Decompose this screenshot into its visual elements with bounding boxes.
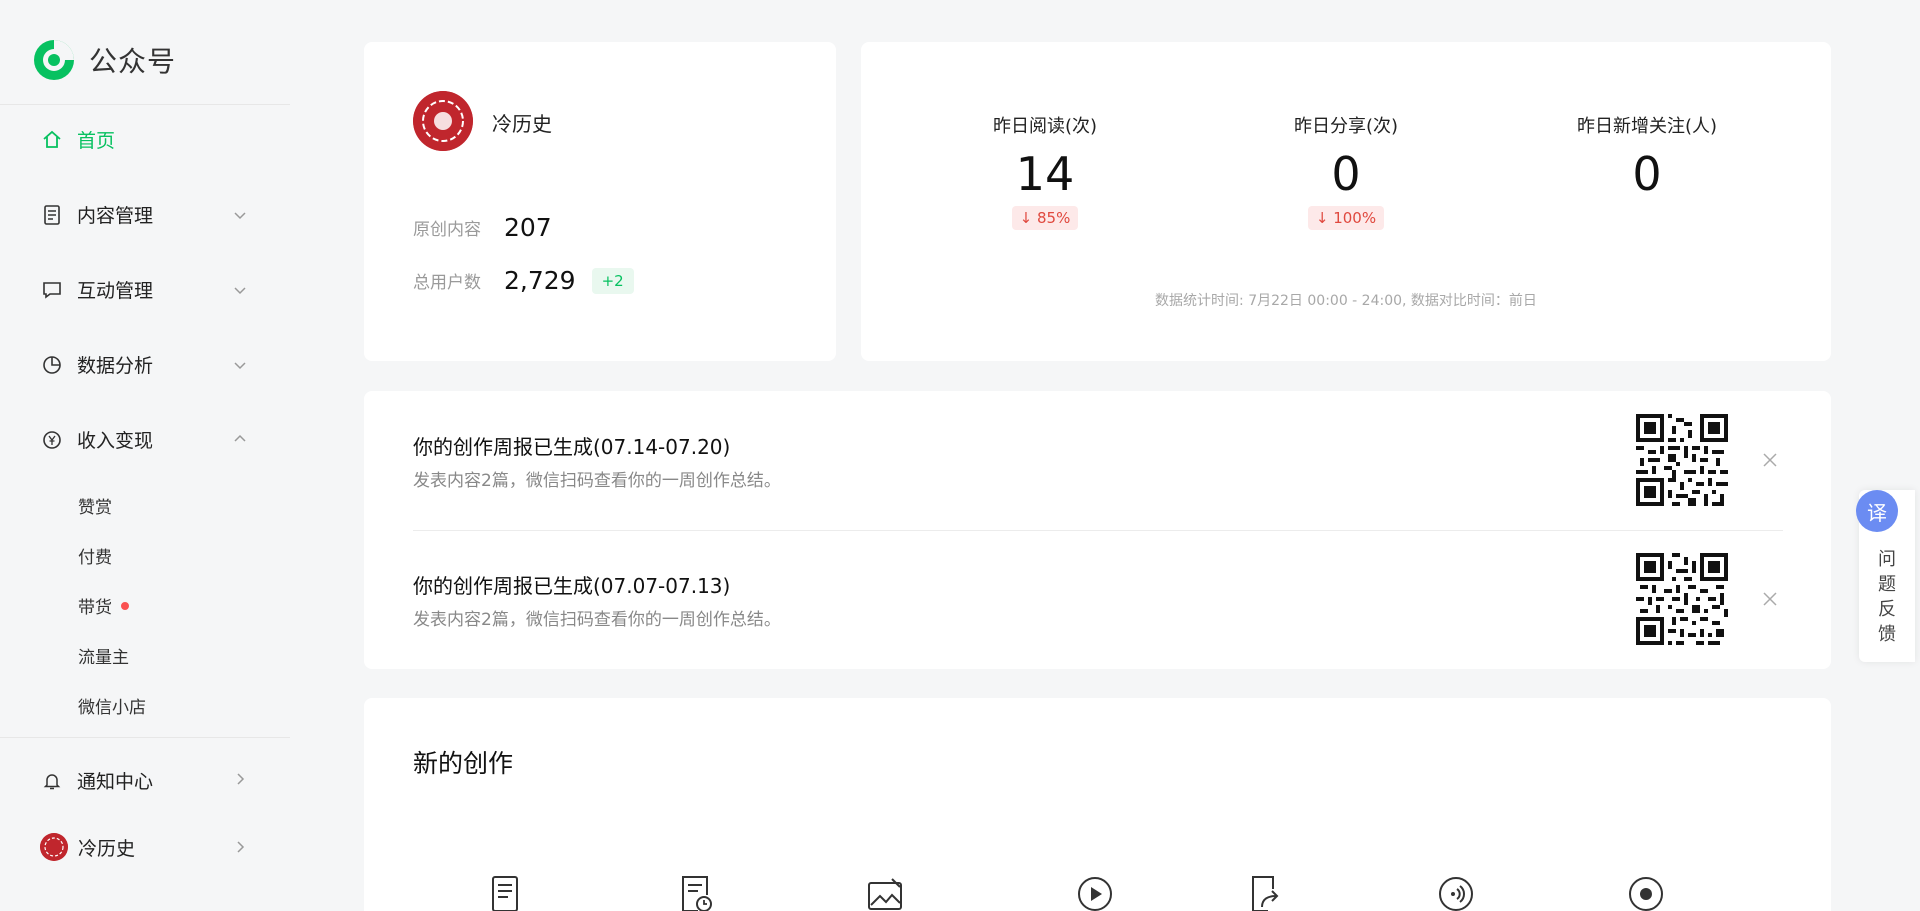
nav-home-label: 首页 [77,130,116,152]
subnav-paid-label: 付费 [78,548,112,568]
report-item: 你的创作周报已生成(07.07-07.13) 发表内容2篇，微信扫码查看你的一周… [413,570,1783,630]
total-users-label: 总用户数 [413,273,481,293]
stats-time-note: 数据统计时间: 7月22日 00:00 - 24:00, 数据对比时间：前日 [1155,293,1537,309]
nav-account[interactable]: 冷历史 [40,833,135,861]
feedback-label: 问题反馈 [1878,549,1896,645]
total-users-stat: 总用户数 2,729 +2 [413,266,634,295]
original-content-value: 207 [504,213,552,242]
chevron-right-icon[interactable] [232,839,248,855]
divider [0,104,290,105]
audio-icon[interactable] [1437,875,1475,911]
brand-name: 公众号 [89,45,177,78]
new-creation-title: 新的创作 [413,749,514,778]
report-item: 你的创作周报已生成(07.14-07.20) 发表内容2篇，微信扫码查看你的一周… [413,431,1783,491]
live-icon[interactable] [1627,875,1665,911]
chevron-up-icon[interactable] [232,431,248,447]
nav-account-label: 冷历史 [78,837,136,860]
original-content-stat: 原创内容 207 [413,213,552,242]
divider [413,530,1783,531]
chevron-down-icon[interactable] [232,282,248,298]
yen-icon [40,428,64,452]
bell-icon [40,769,64,793]
subnav-traffic-master[interactable]: 流量主 [78,643,129,668]
metric-shares-delta: ↓ 100% [1307,206,1385,230]
nav-notification-center[interactable]: 通知中心 [40,767,153,794]
repost-icon[interactable] [1246,875,1284,911]
metric-new-follows: 昨日新增关注(人) 0 [1517,112,1777,202]
close-icon[interactable] [1760,450,1780,470]
brand[interactable]: 公众号 [33,38,176,82]
report-title: 你的创作周报已生成(07.14-07.20) [413,435,731,459]
avatar [40,833,68,861]
nav-interaction-management[interactable]: 互动管理 [40,276,153,303]
subnav-appreciation-label: 赞赏 [78,498,112,518]
nav-home[interactable]: 首页 [40,126,115,153]
metric-reads-label: 昨日阅读(次) [992,116,1098,137]
home-icon [40,128,64,152]
weekly-report-card: 你的创作周报已生成(07.14-07.20) 发表内容2篇，微信扫码查看你的一周… [364,391,1831,669]
subnav-commerce[interactable]: 带货 [78,593,129,618]
metric-follows-value: 0 [1632,147,1662,201]
scheduled-article-icon[interactable] [676,875,714,911]
report-subtitle: 发表内容2篇，微信扫码查看你的一周创作总结。 [413,471,781,491]
subnav-paid[interactable]: 付费 [78,543,112,568]
chevron-down-icon[interactable] [232,357,248,373]
nav-interaction-management-label: 互动管理 [77,280,154,302]
nav-data-analysis-label: 数据分析 [77,355,154,377]
divider [0,737,290,738]
qr-code-icon [1636,553,1728,645]
subnav-appreciation[interactable]: 赞赏 [78,493,112,518]
new-creation-card: 新的创作 [364,698,1831,911]
chevron-right-icon[interactable] [232,771,248,787]
pie-chart-icon [40,353,64,377]
subnav-wechat-shop[interactable]: 微信小店 [78,693,146,718]
account-name: 冷历史 [492,112,552,136]
metric-follows-label: 昨日新增关注(人) [1576,116,1718,137]
users-delta-badge: +2 [591,267,634,294]
metric-reads: 昨日阅读(次) 14 ↓ 85% [915,112,1175,230]
comment-icon [40,278,64,302]
report-subtitle: 发表内容2篇，微信扫码查看你的一周创作总结。 [413,610,781,630]
metric-shares: 昨日分享(次) 0 ↓ 100% [1216,112,1476,230]
metric-reads-value: 14 [1015,147,1075,201]
total-users-value: 2,729 [504,266,576,295]
document-icon [40,203,64,227]
notification-dot [121,601,129,610]
close-icon[interactable] [1760,589,1780,609]
image-post-icon[interactable] [866,875,904,911]
nav-content-management[interactable]: 内容管理 [40,201,153,228]
original-content-label: 原创内容 [413,220,481,240]
article-icon[interactable] [486,875,524,911]
nav-monetization[interactable]: 收入变现 [40,426,153,453]
wechat-mp-logo-icon [34,40,74,80]
sidebar: 公众号 首页 内容管理 互动管理 数据分析 收入变现 赞赏 付费 带货 流量主 … [0,0,290,911]
subnav-commerce-label: 带货 [78,598,112,618]
profile-card: 冷历史 原创内容 207 总用户数 2,729 +2 [364,42,836,361]
avatar[interactable] [413,91,473,151]
metric-shares-value: 0 [1331,147,1361,201]
nav-notification-center-label: 通知中心 [77,771,154,793]
nav-content-management-label: 内容管理 [77,205,154,227]
yesterday-stats-card: 昨日阅读(次) 14 ↓ 85% 昨日分享(次) 0 ↓ 100% 昨日新增关注… [861,42,1831,361]
subnav-wechat-shop-label: 微信小店 [78,698,146,718]
subnav-traffic-master-label: 流量主 [78,648,129,668]
video-icon[interactable] [1076,875,1114,911]
qr-code-icon [1636,414,1728,506]
metric-reads-delta: ↓ 85% [1011,206,1079,230]
nav-data-analysis[interactable]: 数据分析 [40,351,153,378]
metric-shares-label: 昨日分享(次) [1293,116,1399,137]
translate-button[interactable]: 译 [1856,490,1898,532]
chevron-down-icon[interactable] [232,207,248,223]
nav-monetization-label: 收入变现 [77,430,154,452]
report-title: 你的创作周报已生成(07.07-07.13) [413,574,731,598]
